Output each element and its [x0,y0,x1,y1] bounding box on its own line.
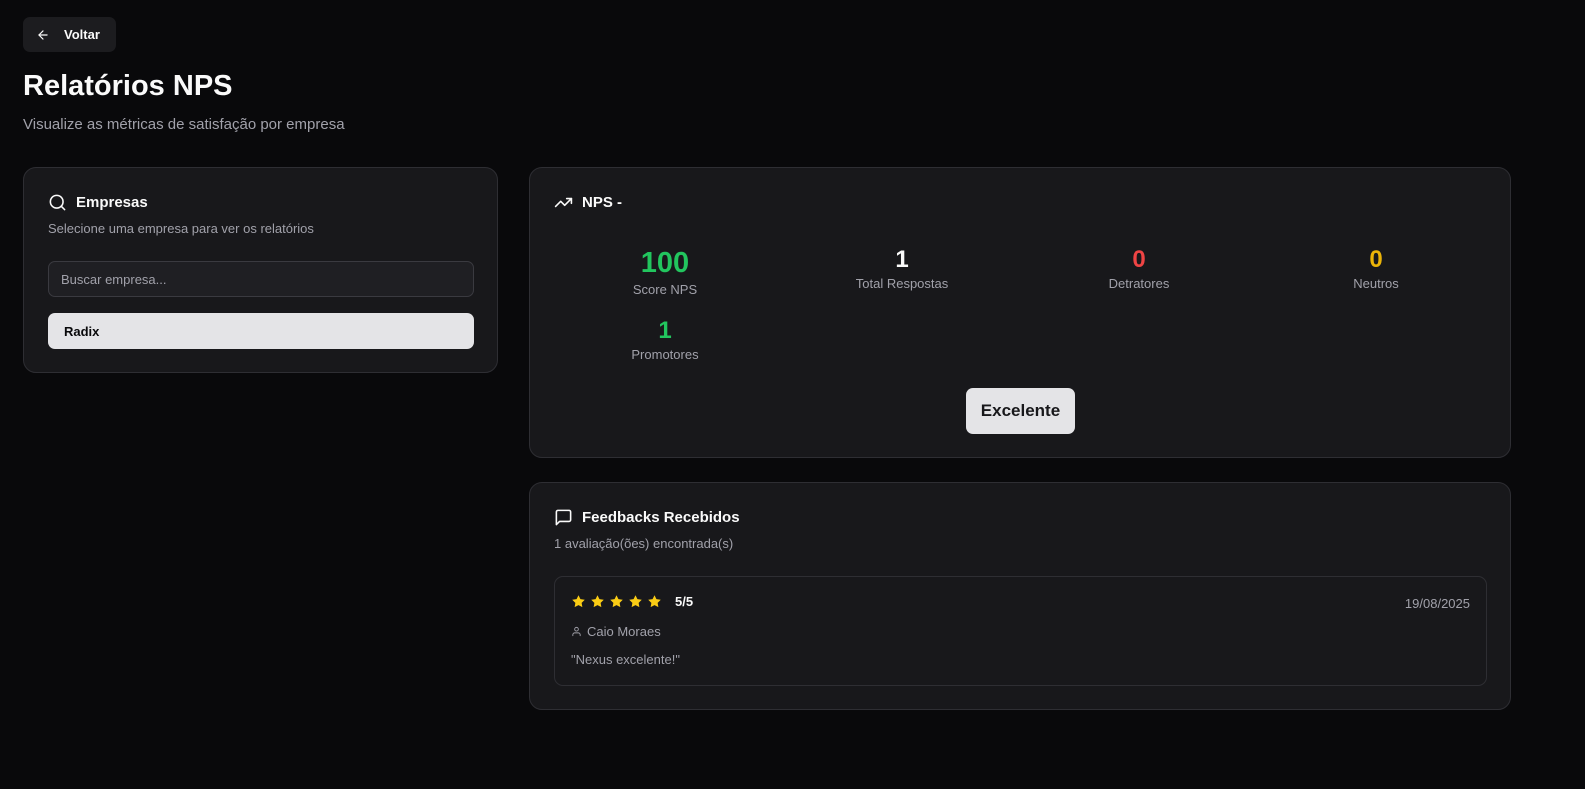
arrow-left-icon [38,29,48,40]
companies-card: Empresas Selecione uma empresa para ver … [23,167,498,373]
nps-reports-page: Voltar Relatórios NPS Visualize as métri… [0,0,1585,789]
company-item-radix[interactable]: Radix [48,313,474,349]
metric-value: 100 [640,247,690,279]
feedback-date: 19/08/2025 [1404,596,1470,611]
metric-detractors: 0 Detratores [1021,246,1257,291]
star-rating: 5/5 [571,594,693,609]
feedback-author: Caio Moraes [571,624,661,639]
feedback-score: 5/5 [675,594,694,609]
company-search-input[interactable] [48,261,474,297]
companies-card-title: Empresas [76,194,148,211]
companies-card-header: Empresas [48,193,148,212]
companies-card-description: Selecione uma empresa para ver os relató… [48,221,314,236]
metric-total-responses: 1 Total Respostas [784,246,1020,291]
feedback-card-title: Feedbacks Recebidos [582,509,740,526]
metric-value: 1 [658,317,672,344]
feedback-text: "Nexus excelente!" [571,652,680,667]
metric-value: 0 [1132,246,1146,273]
metric-score-nps: 100 Score NPS [547,246,783,297]
metric-label: Neutros [1353,276,1399,291]
star-icon [610,595,623,608]
metric-label: Score NPS [632,282,698,297]
metric-label: Total Respostas [855,276,949,291]
metric-label: Detratores [1108,276,1170,291]
metric-value: 0 [1369,246,1383,273]
metric-value: 1 [895,246,909,273]
nps-card-header: NPS - [554,193,622,212]
star-icon [629,595,642,608]
page-subtitle: Visualize as métricas de satisfação por … [23,116,345,133]
back-button[interactable]: Voltar [23,17,116,52]
metric-promoters: 1 Promotores [547,317,783,362]
star-icon [648,595,661,608]
user-icon [572,626,581,637]
feedback-card: Feedbacks Recebidos 1 avaliação(ões) enc… [529,482,1511,710]
nps-card: NPS - 100 Score NPS 1 Total Respostas 0 … [529,167,1511,458]
star-icon [591,595,604,608]
nps-rating-badge: Excelente [966,388,1075,434]
back-button-label: Voltar [64,27,100,42]
feedback-item: 5/5 19/08/2025 Caio Moraes "Nexus excele… [554,576,1487,686]
star-icon [572,595,585,608]
page-title: Relatórios NPS [23,70,233,102]
feedback-author-name: Caio Moraes [587,624,661,639]
search-icon [49,194,66,211]
feedback-count: 1 avaliação(ões) encontrada(s) [554,536,734,551]
nps-card-title: NPS - [582,194,623,211]
feedback-card-header: Feedbacks Recebidos [554,508,740,527]
message-square-icon [555,509,572,526]
trending-up-icon [554,197,573,208]
metric-neutrals: 0 Neutros [1258,246,1494,291]
metric-label: Promotores [631,347,699,362]
